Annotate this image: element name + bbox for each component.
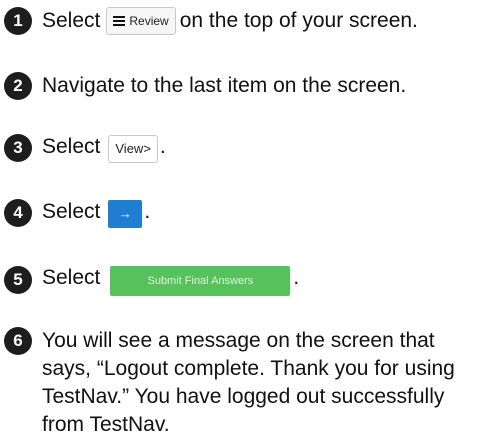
step-text-before: Select — [42, 266, 101, 289]
step-5: 5 Select Submit Final Answers. — [4, 264, 480, 296]
step-1: 1 Select Review on the top of your screen. — [4, 7, 480, 36]
step-text-after: . — [159, 135, 166, 158]
step-text-after: . — [293, 266, 300, 289]
step-3: 3 Select View>. — [4, 133, 480, 163]
step-text-before: Select — [42, 135, 101, 158]
review-button-label: Review — [129, 14, 169, 29]
step-text-after: . — [144, 200, 151, 223]
step-text: Select View>. — [42, 133, 166, 163]
step-text-before: Select — [42, 9, 101, 32]
view-button[interactable]: View> — [108, 135, 158, 163]
step-number: 5 — [4, 266, 32, 294]
step-text-before: Select — [42, 200, 101, 223]
step-number: 2 — [4, 72, 32, 100]
step-4: 4 Select →. — [4, 198, 480, 228]
review-button[interactable]: Review — [106, 7, 176, 36]
list-icon — [113, 16, 126, 27]
step-number: 3 — [4, 134, 32, 162]
step-number: 6 — [4, 327, 32, 355]
step-text-after: on the top of your screen. — [179, 9, 418, 32]
submit-final-answers-button[interactable]: Submit Final Answers — [110, 266, 291, 296]
step-number: 4 — [4, 199, 32, 227]
step-text: Select →. — [42, 198, 150, 228]
next-arrow-button[interactable]: → — [108, 200, 143, 228]
step-text: Select Submit Final Answers. — [42, 264, 299, 296]
arrow-right-icon: → — [118, 206, 132, 221]
step-2: 2 Navigate to the last item on the scree… — [4, 72, 480, 100]
step-text: Select Review on the top of your screen. — [42, 7, 418, 36]
step-text: Navigate to the last item on the screen. — [42, 74, 407, 97]
step-6: 6 You will see a message on the screen t… — [4, 327, 480, 439]
step-text: You will see a message on the screen tha… — [42, 329, 455, 436]
step-number: 1 — [4, 7, 32, 36]
